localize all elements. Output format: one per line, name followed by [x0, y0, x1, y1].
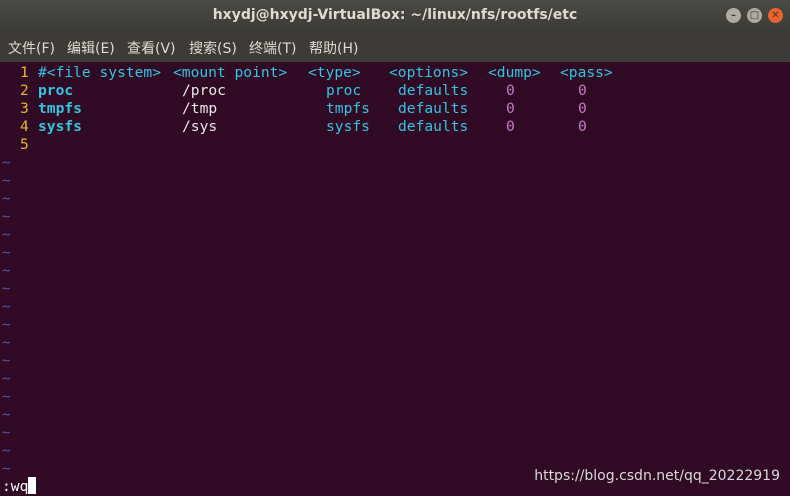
fs-pass: 0	[578, 118, 587, 135]
fs-pass: 0	[578, 82, 587, 99]
text-cursor	[28, 477, 37, 494]
fs-dump: 0	[506, 118, 515, 135]
empty-line-tilde: ~	[2, 371, 11, 387]
empty-line-tilde: ~	[2, 317, 11, 333]
terminal-area[interactable]: 1 #<file system> <mount point> <type> <o…	[0, 62, 790, 496]
editor-line: 3 tmpfs /tmp tmpfs defaults 0 0	[0, 100, 587, 118]
fs-pass: 0	[578, 100, 587, 117]
close-button[interactable]: ✕	[768, 8, 783, 23]
menu-edit[interactable]: 编辑(E)	[67, 38, 115, 58]
empty-line-tilde: ~	[2, 443, 11, 459]
fs-options: defaults	[398, 118, 469, 135]
fs-options: defaults	[398, 82, 469, 99]
empty-line-tilde: ~	[2, 353, 11, 369]
menu-bar: 文件(F) 编辑(E) 查看(V) 搜索(S) 终端(T) 帮助(H)	[0, 32, 790, 62]
fs-name: tmpfs	[38, 100, 82, 117]
line-number: 5	[20, 136, 29, 153]
fs-name: proc	[38, 82, 74, 99]
header-file-system: #<file system>	[38, 64, 162, 81]
fs-type: sysfs	[326, 118, 370, 135]
menu-file[interactable]: 文件(F)	[8, 38, 55, 58]
fs-dump: 0	[506, 100, 515, 117]
empty-line-tilde: ~	[2, 461, 11, 477]
editor-line: 4 sysfs /sys sysfs defaults 0 0	[0, 118, 587, 136]
header-type: <type>	[308, 64, 361, 81]
header-pass: <pass>	[560, 64, 613, 81]
empty-line-tilde: ~	[2, 389, 11, 405]
header-mount-point: <mount point>	[173, 64, 288, 81]
mount-point: /sys	[182, 118, 218, 135]
empty-line-tilde: ~	[2, 227, 11, 243]
fs-type: tmpfs	[326, 100, 370, 117]
line-number: 3	[20, 100, 29, 117]
empty-line-tilde: ~	[2, 263, 11, 279]
window-title: hxydj@hxydj-VirtualBox: ~/linux/nfs/root…	[212, 7, 578, 23]
command-line[interactable]: :wq	[2, 477, 37, 496]
watermark: https://blog.csdn.net/qq_20222919	[534, 468, 780, 484]
menu-search[interactable]: 搜索(S)	[189, 38, 237, 58]
menu-view[interactable]: 查看(V)	[127, 38, 176, 58]
menu-terminal[interactable]: 终端(T)	[249, 38, 296, 58]
title-bar: hxydj@hxydj-VirtualBox: ~/linux/nfs/root…	[0, 0, 790, 32]
header-dump: <dump>	[488, 64, 541, 81]
line-number: 1	[20, 64, 29, 81]
fs-dump: 0	[506, 82, 515, 99]
editor-line: 2 proc /proc proc defaults 0 0	[0, 82, 587, 100]
mount-point: /proc	[182, 82, 226, 99]
maximize-button[interactable]: □	[747, 8, 762, 23]
fs-name: sysfs	[38, 118, 82, 135]
minimize-button[interactable]: –	[726, 8, 741, 23]
empty-line-tilde: ~	[2, 209, 11, 225]
empty-line-tilde: ~	[2, 191, 11, 207]
empty-line-tilde: ~	[2, 299, 11, 315]
header-options: <options>	[389, 64, 469, 81]
line-number: 4	[20, 118, 29, 135]
fs-options: defaults	[398, 100, 469, 117]
line-number: 2	[20, 82, 29, 99]
empty-line-tilde: ~	[2, 281, 11, 297]
empty-line-tilde: ~	[2, 425, 11, 441]
editor-line: 1 #<file system> <mount point> <type> <o…	[0, 64, 613, 82]
command-text: :wq	[2, 478, 29, 495]
menu-help[interactable]: 帮助(H)	[309, 38, 358, 58]
empty-line-tilde: ~	[2, 335, 11, 351]
fs-type: proc	[326, 82, 362, 99]
empty-line-tilde: ~	[2, 245, 11, 261]
mount-point: /tmp	[182, 100, 218, 117]
empty-line-tilde: ~	[2, 155, 11, 171]
editor-line: 5	[0, 136, 35, 154]
empty-line-tilde: ~	[2, 173, 11, 189]
empty-line-tilde: ~	[2, 407, 11, 423]
